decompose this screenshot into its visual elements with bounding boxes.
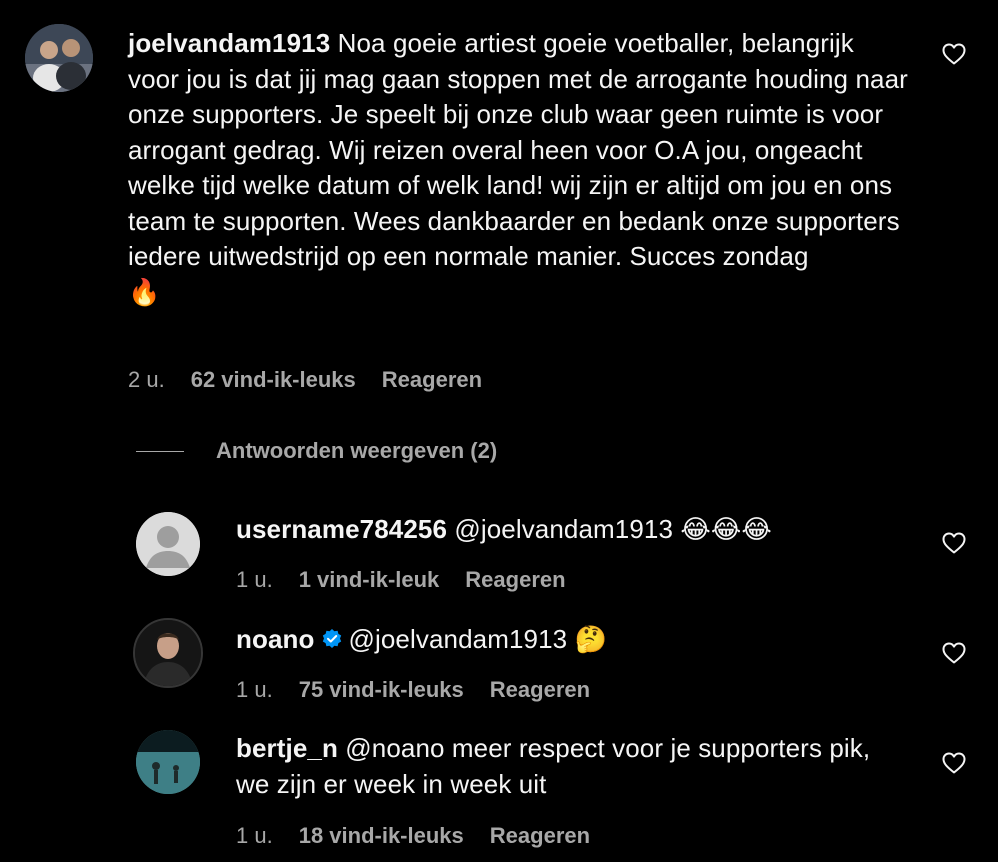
view-replies-label: Antwoorden weergeven (2) [216,438,498,463]
comment-username[interactable]: joelvandam1913 [128,28,330,58]
reply-body: noano @joelvandam1913 🤔 [236,622,607,660]
comment-time[interactable]: 2 u. [128,367,165,393]
view-replies-button[interactable]: Antwoorden weergeven (2) [136,438,497,464]
comment-text: Noa goeie artiest goeie voetballer, bela… [128,28,908,271]
reply-body: username784256 @joelvandam1913 😂😂😂 [236,512,772,549]
reply-username[interactable]: bertje_n [236,733,338,763]
avatar-default-icon[interactable] [136,512,200,576]
reply-button[interactable]: Reageren [490,677,590,703]
avatar-noano[interactable] [133,618,203,688]
comment-meta: 2 u. 62 vind-ik-leuks Reageren [128,367,482,393]
reply-button[interactable]: Reageren [490,823,590,849]
like-heart-icon[interactable] [942,43,966,65]
reply-username[interactable]: username784256 [236,514,447,544]
fire-emoji: 🔥 [128,277,161,308]
reply-meta: 1 u. 18 vind-ik-leuks Reageren [236,823,590,849]
avatar-joelvandam1913[interactable] [25,24,93,92]
like-heart-icon[interactable] [942,642,966,664]
reply-likes[interactable]: 18 vind-ik-leuks [299,823,464,849]
avatar-bertje_n[interactable] [136,730,200,794]
reply-likes[interactable]: 1 vind-ik-leuk [299,567,440,593]
reply-time[interactable]: 1 u. [236,823,273,849]
comment-likes[interactable]: 62 vind-ik-leuks [191,367,356,393]
like-heart-icon[interactable] [942,532,966,554]
reply-button[interactable]: Reageren [382,367,482,393]
laughing-emoji: 😂😂😂 [680,515,772,545]
thinking-emoji: 🤔 [574,625,608,655]
divider-line [136,450,184,452]
comment-body: joelvandam1913 Noa goeie artiest goeie v… [128,26,908,311]
reply-button[interactable]: Reageren [465,567,565,593]
like-heart-icon[interactable] [942,752,966,774]
reply-time[interactable]: 1 u. [236,567,273,593]
reply-body: bertje_n @noano meer respect voor je sup… [236,731,906,802]
reply-likes[interactable]: 75 vind-ik-leuks [299,677,464,703]
verified-badge-icon [321,624,343,660]
reply-mention[interactable]: @joelvandam1913 [454,514,673,544]
reply-meta: 1 u. 1 vind-ik-leuk Reageren [236,567,566,593]
reply-meta: 1 u. 75 vind-ik-leuks Reageren [236,677,590,703]
reply-username[interactable]: noano [236,624,315,654]
reply-time[interactable]: 1 u. [236,677,273,703]
reply-mention[interactable]: @joelvandam1913 [349,624,568,654]
